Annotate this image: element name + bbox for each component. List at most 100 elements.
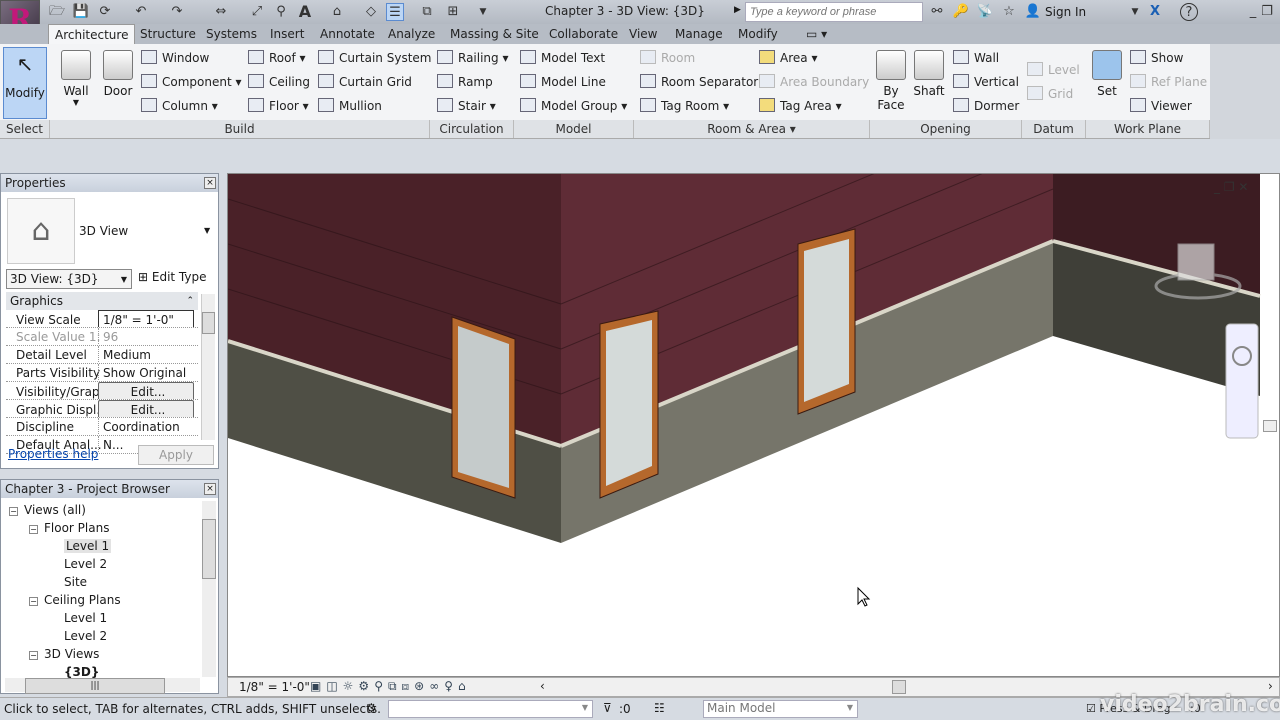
dormer-button[interactable]: Dormer — [953, 96, 1019, 116]
curtain-system-button[interactable]: Curtain System — [318, 48, 431, 68]
collapse-icon[interactable]: − — [9, 507, 18, 516]
design-option-select[interactable]: Main Model ▼ — [703, 700, 858, 718]
ref-plane-button[interactable]: Ref Plane — [1130, 72, 1207, 92]
mullion-button[interactable]: Mullion — [318, 96, 382, 116]
tab-manage[interactable]: Manage — [669, 24, 729, 44]
browser-horizontal-scrollbar[interactable]: ||| — [5, 678, 200, 694]
redo-icon[interactable]: ↷ — [168, 3, 186, 21]
roof-button[interactable]: Roof ▾ — [248, 48, 306, 68]
window-button[interactable]: Window — [141, 48, 209, 68]
tab-collaborate[interactable]: Collaborate — [543, 24, 624, 44]
property-row[interactable]: View Scale 1/8" = 1'-0" — [6, 310, 198, 328]
instance-filter-select[interactable]: 3D View: {3D} ▼ — [6, 269, 132, 289]
tab-modify[interactable]: Modify — [732, 24, 784, 44]
exchange-apps-icon[interactable]: X — [1146, 3, 1164, 21]
thin-lines-icon[interactable]: ☰ — [386, 3, 404, 21]
properties-help-link[interactable]: Properties help — [8, 447, 98, 461]
open-icon[interactable]: 🗁 — [48, 3, 66, 21]
scroll-left-icon[interactable]: ‹ — [540, 679, 545, 693]
tab-view[interactable]: View — [623, 24, 663, 44]
shaft-button[interactable]: Shaft — [911, 50, 947, 98]
model-text-button[interactable]: Model Text — [520, 48, 605, 68]
editable-only-icon[interactable]: ☷ — [654, 701, 665, 715]
text-icon[interactable]: A — [296, 3, 314, 21]
modify-button[interactable]: ↖ Modify — [3, 47, 47, 119]
collapse-icon[interactable]: − — [29, 651, 38, 660]
viewer-button[interactable]: Viewer — [1130, 96, 1192, 116]
property-value[interactable]: Edit... — [98, 400, 194, 417]
close-hidden-icon[interactable]: ⧉ — [418, 3, 436, 21]
property-row[interactable]: Scale Value 1: 96 — [6, 328, 198, 346]
expand-arrow-icon[interactable]: ▶ — [734, 5, 741, 15]
horizontal-scrollbar-thumb[interactable] — [892, 680, 906, 694]
curtain-grid-button[interactable]: Curtain Grid — [318, 72, 412, 92]
tag-room-button[interactable]: Tag Room ▾ — [640, 96, 729, 116]
property-row[interactable]: Graphic Displ... Edit... — [6, 400, 198, 418]
tab-architecture[interactable]: Architecture — [48, 24, 136, 44]
workset-select[interactable]: ▼ — [388, 700, 593, 718]
filter-icon[interactable]: ⊽ — [603, 701, 612, 715]
tab-systems[interactable]: Systems — [200, 24, 263, 44]
sync-icon[interactable]: ⟳ — [96, 3, 114, 21]
binoculars-icon[interactable]: ⚯ — [928, 3, 946, 21]
vertical-opening-button[interactable]: Vertical — [953, 72, 1019, 92]
browser-item[interactable]: − Ceiling Plans — [9, 591, 199, 609]
panel-label-select[interactable]: Select — [0, 120, 50, 138]
property-row[interactable]: Parts Visibility Show Original — [6, 364, 198, 382]
by-face-button[interactable]: By Face — [874, 50, 908, 112]
browser-item[interactable]: Level 1 — [9, 537, 199, 555]
browser-item[interactable]: Level 2 — [9, 627, 199, 645]
apply-button[interactable]: Apply — [138, 445, 214, 465]
tab-annotate[interactable]: Annotate — [314, 24, 381, 44]
properties-scrollbar[interactable] — [201, 294, 215, 440]
property-value[interactable]: Edit... — [98, 382, 194, 399]
collapse-icon[interactable]: − — [29, 525, 38, 534]
view-scale-button[interactable]: 1/8" = 1'-0" — [239, 680, 310, 694]
view-control-icons[interactable]: ▣◫☼⚙⚲⧉⧈⊛∞♀⌂ — [310, 679, 471, 694]
section-icon[interactable]: ◇ — [362, 3, 380, 21]
3d-viewport[interactable]: _ ❐ ✕ — [227, 173, 1280, 677]
wall-button[interactable]: Wall ▼ — [58, 50, 94, 107]
set-work-plane-button[interactable]: Set — [1090, 50, 1124, 98]
building-model[interactable]: _ ❐ ✕ — [228, 174, 1280, 677]
column-button[interactable]: Column ▾ — [141, 96, 218, 116]
tab-massing-site[interactable]: Massing & Site — [444, 24, 545, 44]
favorites-star-icon[interactable]: ☆ — [1000, 3, 1018, 21]
restore-icon[interactable]: ❐ — [1258, 3, 1276, 21]
tab-insert[interactable]: Insert — [264, 24, 310, 44]
tag-area-button[interactable]: Tag Area ▾ — [759, 96, 842, 116]
3d-view-icon[interactable]: ⌂ — [328, 3, 346, 21]
close-icon[interactable]: × — [204, 483, 216, 495]
undo-icon[interactable]: ↶ — [132, 3, 150, 21]
user-icon[interactable]: 👤 — [1024, 3, 1042, 21]
property-value[interactable]: 1/8" = 1'-0" — [98, 310, 194, 327]
subscription-icon[interactable]: 🔑 — [952, 3, 970, 21]
browser-item[interactable]: Level 1 — [9, 609, 199, 627]
save-icon[interactable]: 💾 — [72, 3, 90, 21]
close-icon[interactable]: × — [204, 177, 216, 189]
property-row[interactable]: Visibility/Grap... Edit... — [6, 382, 198, 400]
customize-dropdown-icon[interactable]: ▼ — [474, 3, 492, 21]
scroll-right-icon[interactable]: › — [1268, 679, 1273, 693]
browser-item[interactable]: − Floor Plans — [9, 519, 199, 537]
level-button[interactable]: Level — [1027, 60, 1080, 80]
viewport-scrollbar-thumb[interactable] — [1263, 420, 1277, 432]
door-button[interactable]: Door — [100, 50, 136, 98]
model-line-button[interactable]: Model Line — [520, 72, 606, 92]
browser-item[interactable]: −3D Views — [9, 645, 199, 663]
area-boundary-button[interactable]: Area Boundary — [759, 72, 869, 92]
tab-analyze[interactable]: Analyze — [382, 24, 441, 44]
floor-button[interactable]: Floor ▾ — [248, 96, 309, 116]
sign-in-dropdown-icon[interactable]: ▼ — [1126, 3, 1144, 21]
property-value[interactable]: Coordination — [98, 418, 194, 435]
room-button[interactable]: Room — [640, 48, 695, 68]
collapse-icon[interactable]: − — [29, 597, 38, 606]
area-button[interactable]: Area ▾ — [759, 48, 817, 68]
property-row[interactable]: Discipline Coordination — [6, 418, 198, 436]
help-icon[interactable]: ? — [1180, 3, 1198, 21]
component-button[interactable]: Component ▾ — [141, 72, 242, 92]
browser-item[interactable]: Level 2 — [9, 555, 199, 573]
edit-type-button[interactable]: ⊞ Edit Type — [138, 270, 207, 284]
align-dim-icon[interactable]: ⤢ — [248, 3, 266, 21]
browser-item[interactable]: Site — [9, 573, 199, 591]
